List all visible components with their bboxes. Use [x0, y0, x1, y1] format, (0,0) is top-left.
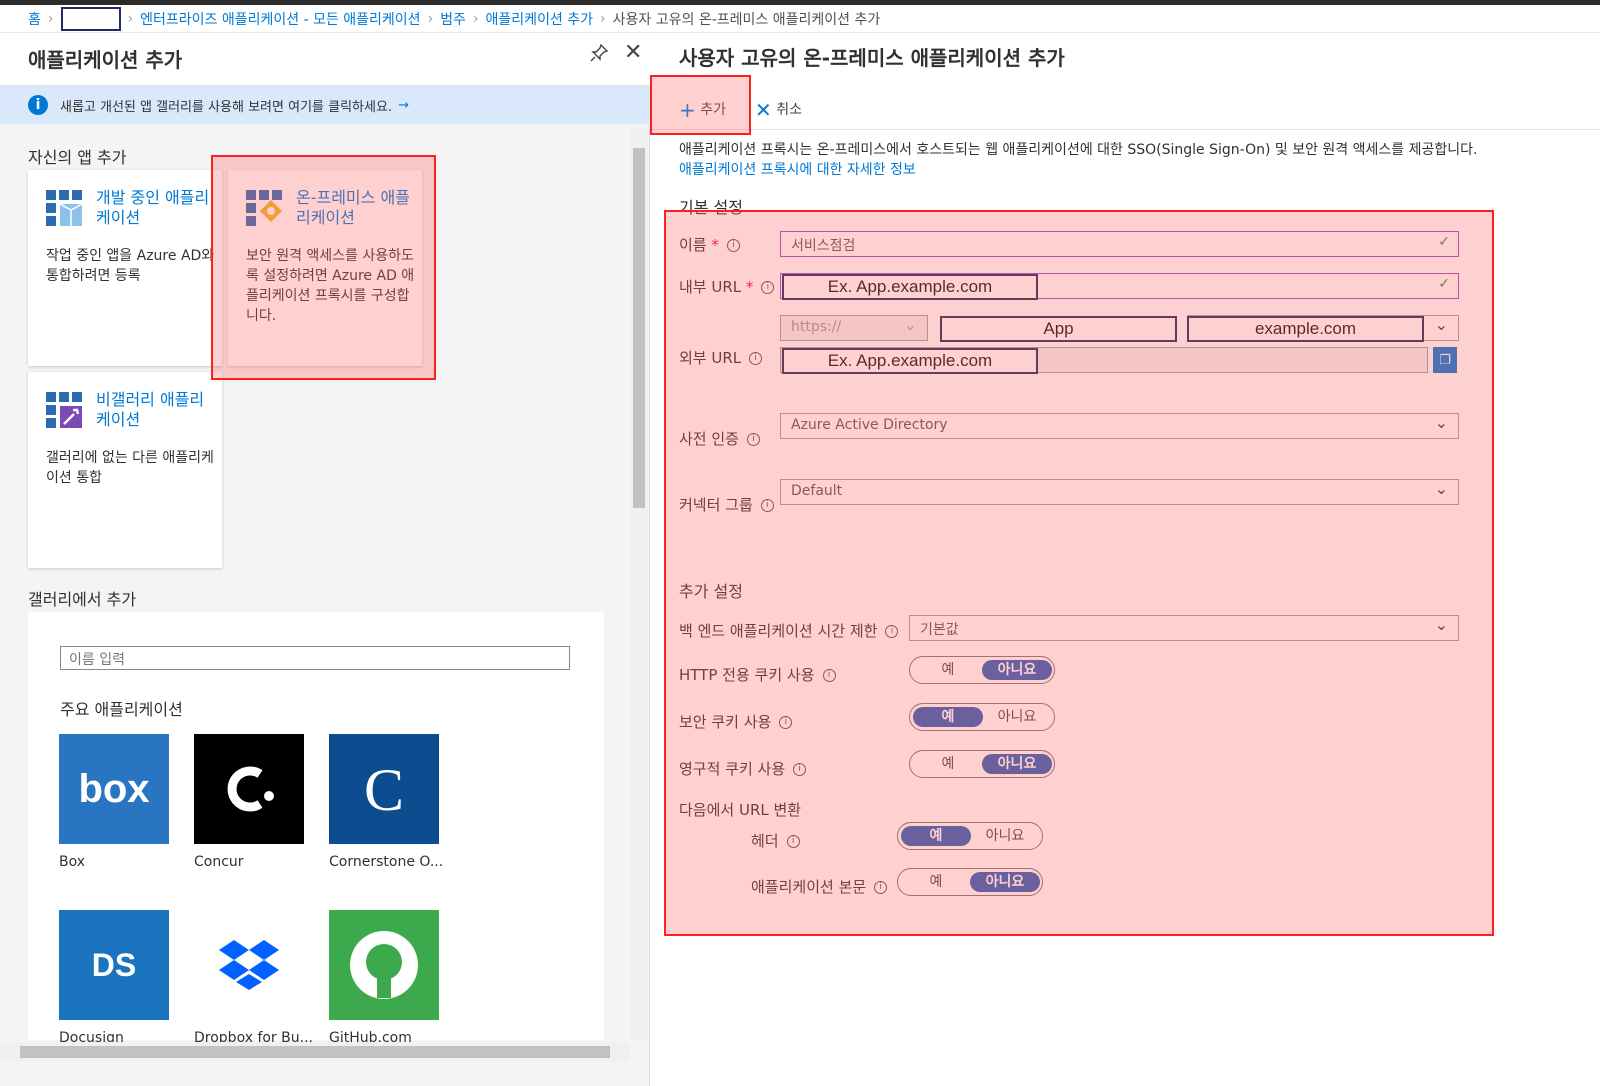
card-description: 작업 중인 앱을 Azure AD와 통합하려면 등록 — [46, 248, 215, 284]
arrow-right-icon: → — [398, 97, 409, 113]
breadcrumb-add-app[interactable]: 애플리케이션 추가 — [486, 9, 594, 29]
horizontal-scrollbar[interactable] — [0, 1042, 630, 1062]
non-gallery-app-icon — [46, 392, 82, 428]
app-tile-docusign[interactable]: DS — [59, 910, 169, 1020]
scrollbar-thumb[interactable] — [633, 148, 645, 508]
chevron-right-icon: › — [47, 10, 54, 27]
app-tile-label: Cornerstone O... — [329, 854, 444, 870]
card-app-in-development[interactable]: 개발 중인 애플리케이션 작업 중인 앱을 Azure AD와 통합하려면 등록 — [28, 170, 222, 366]
breadcrumb-enterprise-apps[interactable]: 엔터프라이즈 애플리케이션 - 모든 애플리케이션 — [140, 9, 420, 29]
card-title: 비갤러리 애플리케이션 — [96, 390, 205, 429]
highlight-add-button — [650, 75, 751, 135]
info-banner-text: 새롭고 개선된 앱 갤러리를 사용해 보려면 여기를 클릭하세요. — [60, 99, 393, 115]
description: 애플리케이션 프록시는 온-프레미스에서 호스트되는 웹 애플리케이션에 대한 … — [679, 140, 1479, 180]
breadcrumb-home[interactable]: 홈 — [28, 9, 41, 29]
card-description: 갤러리에 없는 다른 애플리케이션 통합 — [46, 450, 214, 486]
gallery-search-input[interactable]: 이름 입력 — [60, 646, 570, 670]
breadcrumb-redacted — [60, 6, 121, 31]
vertical-scrollbar[interactable] — [630, 128, 648, 1040]
left-pane-header: 애플리케이션 추가 ✕ — [0, 34, 650, 86]
right-pane-title: 사용자 고유의 온-프레미스 애플리케이션 추가 — [679, 46, 1065, 70]
chevron-right-icon: › — [427, 10, 434, 27]
card-title: 개발 중인 애플리케이션 — [96, 188, 210, 227]
breadcrumb: 홈 › › 엔터프라이즈 애플리케이션 - 모든 애플리케이션 › 범주 › 애… — [0, 5, 1600, 33]
highlight-settings-form — [664, 210, 1494, 936]
cancel-label: 취소 — [776, 102, 802, 118]
app-tile-cornerstone[interactable]: C — [329, 734, 439, 844]
box-logo-icon: box — [78, 767, 149, 811]
chevron-right-icon: › — [600, 10, 606, 27]
breadcrumb-current: 사용자 고유의 온-프레미스 애플리케이션 추가 — [612, 11, 881, 28]
chevron-right-icon: › — [472, 10, 479, 27]
svg-text:C: C — [364, 757, 404, 823]
toolbar: + 추가 ✕ 취소 — [651, 86, 1600, 130]
chevron-right-icon: › — [127, 10, 134, 27]
gallery-section: 이름 입력 주요 애플리케이션 box Box Concur C Corners… — [28, 612, 604, 1046]
breadcrumb-category[interactable]: 범주 — [440, 9, 466, 29]
app-grid-icon — [46, 190, 82, 226]
svg-text:DS: DS — [92, 947, 136, 983]
scrollbar-thumb[interactable] — [20, 1046, 610, 1058]
close-icon: ✕ — [755, 98, 772, 122]
app-tile-concur[interactable] — [194, 734, 304, 844]
app-tile-github[interactable] — [329, 910, 439, 1020]
app-tile-dropbox[interactable] — [194, 910, 304, 1020]
own-apps-heading: 자신의 앱 추가 — [28, 148, 127, 167]
cancel-button[interactable]: ✕ 취소 — [755, 98, 802, 122]
github-logo-icon — [350, 931, 418, 999]
app-tile-box[interactable]: box — [59, 734, 169, 844]
highlight-on-premises-card — [211, 155, 436, 380]
left-pane-title: 애플리케이션 추가 — [28, 48, 183, 72]
featured-apps-heading: 주요 애플리케이션 — [60, 700, 183, 719]
cornerstone-logo-icon: C — [364, 757, 404, 823]
concur-logo-icon — [227, 766, 274, 812]
close-icon[interactable]: ✕ — [624, 40, 642, 65]
docusign-logo-icon: DS — [92, 947, 136, 983]
info-banner[interactable]: i 새롭고 개선된 앱 갤러리를 사용해 보려면 여기를 클릭하세요. → — [0, 86, 650, 124]
info-icon: i — [28, 95, 48, 115]
app-tile-label: Concur — [194, 854, 244, 870]
pin-icon[interactable] — [590, 43, 609, 67]
svg-text:box: box — [78, 767, 149, 811]
description-text: 애플리케이션 프록시는 온-프레미스에서 호스트되는 웹 애플리케이션에 대한 … — [679, 142, 1478, 158]
learn-more-link[interactable]: 애플리케이션 프록시에 대한 자세한 정보 — [679, 162, 916, 178]
gallery-heading: 갤러리에서 추가 — [28, 590, 137, 609]
dropbox-logo-icon — [219, 940, 279, 990]
app-tile-label: Box — [59, 854, 86, 870]
card-non-gallery-app[interactable]: 비갤러리 애플리케이션 갤러리에 없는 다른 애플리케이션 통합 — [28, 372, 222, 568]
